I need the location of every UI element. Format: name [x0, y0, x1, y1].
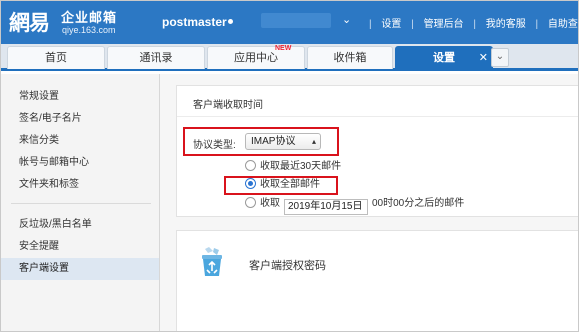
- radio-button-checked[interactable]: [245, 178, 256, 189]
- top-links: | 设置 | 管理后台 | 我的客服 | 自助查询: [362, 15, 578, 30]
- option-label: 收取最近30天邮件: [260, 161, 342, 172]
- account-menu[interactable]: postmaster: [162, 15, 233, 29]
- tab-settings[interactable]: 设置 ✕: [395, 46, 493, 69]
- top-header: 網易 企业邮箱 qiye.163.com postmaster ⌄ | 设置 |…: [1, 1, 578, 44]
- tab-more-button[interactable]: ⌄: [491, 48, 509, 67]
- sidebar-item-signature[interactable]: 签名/电子名片: [1, 108, 159, 130]
- tab-home[interactable]: 首页: [7, 46, 105, 69]
- tab-settings-label: 设置: [433, 52, 455, 64]
- title-divider: [177, 116, 578, 117]
- option-recent-30-days[interactable]: 收取最近30天邮件: [245, 159, 341, 175]
- protocol-label: 协议类型:: [193, 140, 236, 151]
- tab-bar: 首页 通讯录 应用中心 NEW 收件箱 设置 ✕ ⌄: [1, 44, 578, 71]
- account-domain-redacted: [261, 13, 331, 28]
- at-sign-icon: [227, 19, 233, 24]
- auth-password-panel: 客户端授权密码: [176, 230, 578, 331]
- sidebar-divider: [11, 203, 151, 204]
- radio-button[interactable]: [245, 197, 256, 208]
- tab-contacts[interactable]: 通讯录: [107, 46, 205, 69]
- main-content: 客户端收取时间 协议类型: IMAP协议 ▴ 收取最近30天邮件 收取全部邮件 …: [160, 74, 578, 331]
- option-all-mail[interactable]: 收取全部邮件: [245, 177, 320, 193]
- link-settings[interactable]: 设置: [381, 15, 401, 30]
- sidebar-item-security-alert[interactable]: 安全提醒: [1, 236, 159, 258]
- panel-title: 客户端收取时间: [193, 100, 263, 111]
- option-after-date[interactable]: 收取 2019年10月15日 00时00分之后的邮件: [245, 196, 465, 215]
- link-divider: |: [411, 19, 414, 30]
- logo-name: 企业邮箱: [61, 10, 118, 25]
- chevron-down-icon[interactable]: ⌄: [342, 13, 351, 26]
- radio-button[interactable]: [245, 160, 256, 171]
- sidebar-item-client-settings[interactable]: 客户端设置: [1, 258, 159, 280]
- sidebar-item-mail-filter[interactable]: 来信分类: [1, 130, 159, 152]
- link-admin[interactable]: 管理后台: [424, 15, 464, 30]
- sidebar-item-account-center[interactable]: 帐号与邮箱中心: [1, 152, 159, 174]
- recycle-bin-icon: [202, 247, 222, 276]
- logo-mark: 網易: [9, 10, 50, 35]
- tab-app-center-label: 应用中心: [234, 52, 278, 64]
- option-label-suffix: 00时00分之后的邮件: [372, 198, 465, 209]
- settings-sidebar: 常规设置 签名/电子名片 来信分类 帐号与邮箱中心 文件夹和标签 反垃圾/黑白名…: [1, 74, 160, 331]
- sidebar-item-general[interactable]: 常规设置: [1, 86, 159, 108]
- close-icon[interactable]: ✕: [479, 47, 488, 70]
- receive-time-panel: 客户端收取时间 协议类型: IMAP协议 ▴ 收取最近30天邮件 收取全部邮件 …: [176, 85, 578, 217]
- option-label: 收取全部邮件: [260, 179, 320, 190]
- protocol-select-value: IMAP协议: [251, 136, 296, 147]
- new-badge: NEW: [275, 45, 292, 52]
- protocol-select[interactable]: IMAP协议 ▴: [245, 133, 321, 150]
- link-support[interactable]: 我的客服: [486, 15, 526, 30]
- link-self-query[interactable]: 自助查询: [548, 15, 578, 30]
- link-divider: |: [535, 19, 539, 30]
- sidebar-item-antispam[interactable]: 反垃圾/黑白名单: [1, 214, 159, 236]
- account-name: postmaster: [162, 15, 227, 29]
- chevron-down-icon: ⌄: [495, 51, 505, 62]
- logo-domain: qiye.163.com: [62, 25, 116, 35]
- tab-inbox[interactable]: 收件箱: [307, 46, 393, 69]
- app-window: 網易 企业邮箱 qiye.163.com postmaster ⌄ | 设置 |…: [0, 0, 579, 332]
- link-divider: |: [369, 19, 372, 30]
- date-input[interactable]: 2019年10月15日: [284, 199, 368, 215]
- link-divider: |: [473, 19, 476, 30]
- select-arrows-icon: ▴: [311, 137, 316, 146]
- auth-password-title: 客户端授权密码: [249, 260, 326, 272]
- sidebar-item-folders-tags[interactable]: 文件夹和标签: [1, 174, 159, 196]
- option-label-prefix: 收取: [260, 198, 280, 209]
